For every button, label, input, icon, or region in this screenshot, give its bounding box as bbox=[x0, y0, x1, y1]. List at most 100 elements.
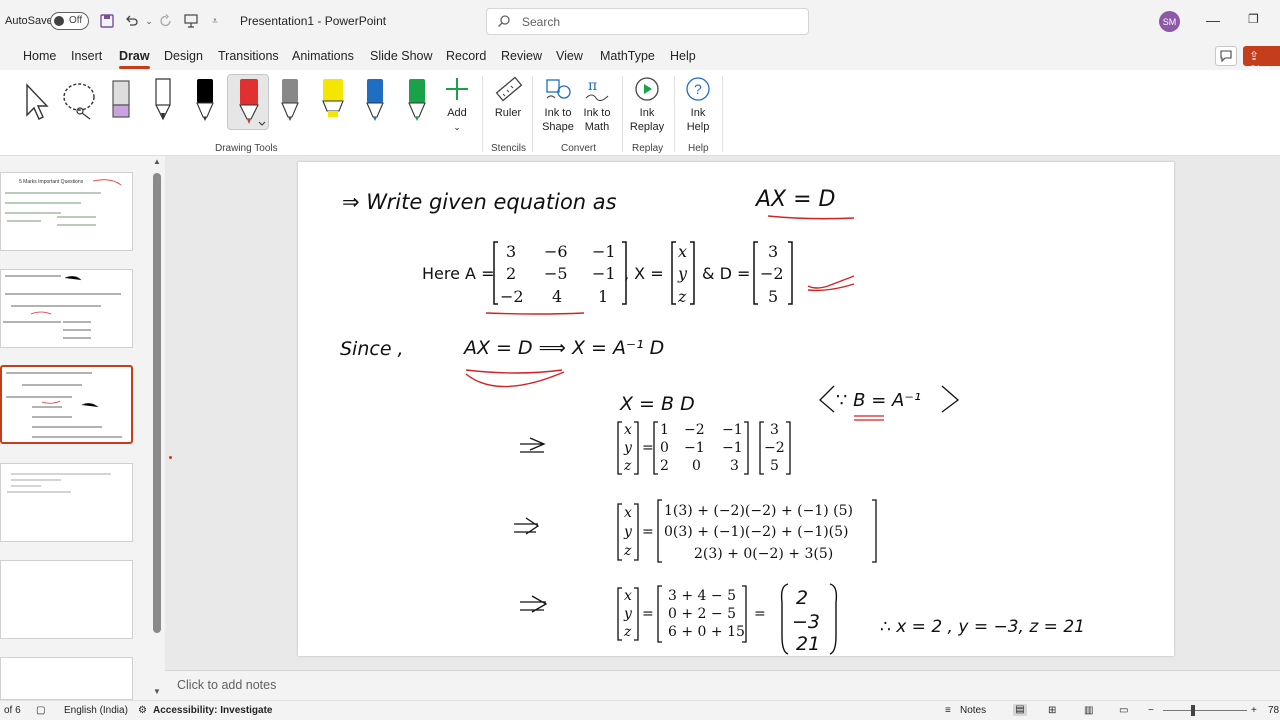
avatar[interactable]: SM bbox=[1159, 11, 1180, 32]
thumbnail-scrollbar[interactable]: ▲ ▼ bbox=[153, 157, 161, 696]
slide-thumbnail-1[interactable]: 5 Marks Important Questions bbox=[0, 172, 133, 251]
group-label-help: Help bbox=[688, 143, 709, 154]
present-icon[interactable] bbox=[182, 12, 200, 30]
matrix-x: xyz bbox=[671, 241, 695, 306]
slide-text-x-eq: , X = bbox=[624, 264, 664, 283]
slide-thumbnail-4[interactable] bbox=[0, 463, 133, 542]
slide-text-x-bd: X = B D bbox=[619, 393, 695, 415]
slide-thumbnail-6[interactable] bbox=[0, 657, 133, 700]
ink-replay-button[interactable]: Ink Replay bbox=[627, 74, 667, 134]
tab-insert[interactable]: Insert bbox=[71, 49, 102, 63]
autosave-label: AutoSave bbox=[5, 15, 53, 27]
accessibility-icon[interactable]: ⚙ bbox=[138, 705, 147, 716]
svg-text:z: z bbox=[623, 543, 632, 559]
tab-mathtype[interactable]: MathType bbox=[600, 49, 655, 63]
zoom-in-icon[interactable]: + bbox=[1251, 705, 1257, 716]
reading-view-icon[interactable]: ▥ bbox=[1084, 705, 1093, 716]
accessibility-status[interactable]: Accessibility: Investigate bbox=[153, 705, 273, 716]
normal-view-icon[interactable]: ▤ bbox=[1013, 704, 1027, 716]
select-tool[interactable] bbox=[17, 75, 53, 125]
svg-text:−1: −1 bbox=[592, 264, 616, 283]
scrollbar-thumb[interactable] bbox=[153, 173, 161, 633]
tab-design[interactable]: Design bbox=[164, 49, 203, 63]
tab-animations[interactable]: Animations bbox=[292, 49, 354, 63]
eraser-tool[interactable] bbox=[103, 75, 139, 125]
notes-placeholder: Click to add notes bbox=[177, 678, 277, 692]
group-separator bbox=[722, 76, 723, 152]
notes-icon[interactable]: ≡ bbox=[945, 705, 951, 716]
svg-text:3: 3 bbox=[768, 242, 778, 261]
pencil-tool[interactable] bbox=[145, 75, 181, 125]
language-status[interactable]: English (India) bbox=[64, 705, 128, 716]
slide-thumbnail-3[interactable] bbox=[0, 365, 133, 444]
search-box[interactable]: Search bbox=[486, 8, 809, 35]
replay-icon bbox=[635, 77, 659, 101]
add-pen-button[interactable]: Add ⌄ bbox=[440, 74, 474, 134]
slide-text-write: ⇒ Write given equation as bbox=[342, 190, 617, 214]
slide-show-icon[interactable]: ▭ bbox=[1119, 705, 1128, 716]
save-icon[interactable] bbox=[98, 12, 116, 30]
ruler-button[interactable]: Ruler bbox=[490, 74, 526, 120]
scroll-up-icon[interactable]: ▲ bbox=[153, 157, 161, 166]
notes-toggle[interactable]: Notes bbox=[960, 705, 986, 716]
slide-thumbnail-5[interactable] bbox=[0, 560, 133, 639]
pen-icon bbox=[239, 79, 266, 126]
slide-sorter-icon[interactable]: ⊞ bbox=[1048, 705, 1056, 716]
ink-to-math-icon: π bbox=[585, 78, 609, 102]
svg-text:−1: −1 bbox=[722, 440, 743, 456]
tab-transitions[interactable]: Transitions bbox=[218, 49, 279, 63]
group-label-replay: Replay bbox=[632, 143, 664, 154]
customize-qat-icon[interactable]: ⩡ bbox=[206, 12, 224, 30]
pen-black[interactable] bbox=[187, 75, 223, 125]
slide-canvas[interactable]: ⇒ Write given equation as AX = D Here A … bbox=[298, 162, 1174, 656]
pen-icon bbox=[281, 79, 299, 121]
tab-help[interactable]: Help bbox=[670, 49, 696, 63]
pen-red[interactable] bbox=[227, 74, 269, 130]
notes-pane[interactable]: Click to add notes bbox=[165, 670, 1280, 700]
svg-text:−2: −2 bbox=[764, 440, 785, 456]
zoom-out-icon[interactable]: − bbox=[1148, 705, 1154, 716]
tab-view[interactable]: View bbox=[556, 49, 583, 63]
svg-text:3: 3 bbox=[770, 422, 779, 438]
ink-to-shape-button[interactable]: Ink to Shape bbox=[538, 74, 578, 134]
svg-text:=: = bbox=[754, 606, 766, 622]
undo-icon[interactable] bbox=[123, 12, 141, 30]
tab-draw[interactable]: Draw bbox=[119, 49, 150, 69]
comments-button[interactable] bbox=[1215, 46, 1237, 66]
tab-review[interactable]: Review bbox=[501, 49, 542, 63]
matrix-sum: xyz = 3 + 4 − 5 0 + 2 − 5 6 + 0 + 15 = bbox=[617, 585, 766, 643]
zoom-slider[interactable] bbox=[1163, 710, 1247, 711]
group-separator bbox=[622, 76, 623, 152]
pen-green[interactable] bbox=[399, 75, 435, 125]
slide-thumbnail-2[interactable] bbox=[0, 269, 133, 348]
tab-slide-show[interactable]: Slide Show bbox=[370, 49, 433, 63]
undo-dropdown-icon[interactable]: ⌄ bbox=[140, 12, 158, 30]
svg-text:y: y bbox=[623, 440, 633, 456]
scroll-down-icon[interactable]: ▼ bbox=[153, 687, 161, 696]
share-button[interactable]: ⇪ Sha bbox=[1243, 46, 1280, 77]
plus-icon bbox=[446, 78, 468, 100]
highlighter-yellow[interactable] bbox=[315, 75, 351, 125]
tab-home[interactable]: Home bbox=[23, 49, 56, 63]
pen-blue[interactable] bbox=[357, 75, 393, 125]
ink-help-button[interactable]: ? Ink Help bbox=[680, 74, 716, 134]
zoom-level[interactable]: 78 bbox=[1268, 705, 1279, 716]
svg-text:2: 2 bbox=[660, 458, 669, 474]
zoom-slider-thumb[interactable] bbox=[1191, 705, 1195, 716]
red-underline bbox=[485, 312, 585, 315]
lasso-tool[interactable] bbox=[60, 75, 96, 125]
pen-gray[interactable] bbox=[272, 75, 308, 125]
thumbnail-title: 5 Marks Important Questions bbox=[19, 179, 84, 185]
group-separator bbox=[532, 76, 533, 152]
restore-icon[interactable]: ❐ bbox=[1248, 12, 1259, 26]
pencil-icon bbox=[155, 78, 171, 121]
redo-icon[interactable] bbox=[157, 12, 175, 30]
svg-text:y: y bbox=[623, 606, 633, 622]
tab-record[interactable]: Record bbox=[446, 49, 486, 63]
autosave-toggle[interactable]: Off bbox=[50, 12, 89, 30]
proofing-icon[interactable]: ▢ bbox=[36, 705, 45, 716]
minimize-icon[interactable]: — bbox=[1206, 12, 1220, 28]
slide-text-and-d: & D = bbox=[702, 264, 750, 283]
ink-to-shape-label: Ink to Shape bbox=[542, 107, 574, 133]
ink-to-math-button[interactable]: π Ink to Math bbox=[578, 74, 616, 134]
